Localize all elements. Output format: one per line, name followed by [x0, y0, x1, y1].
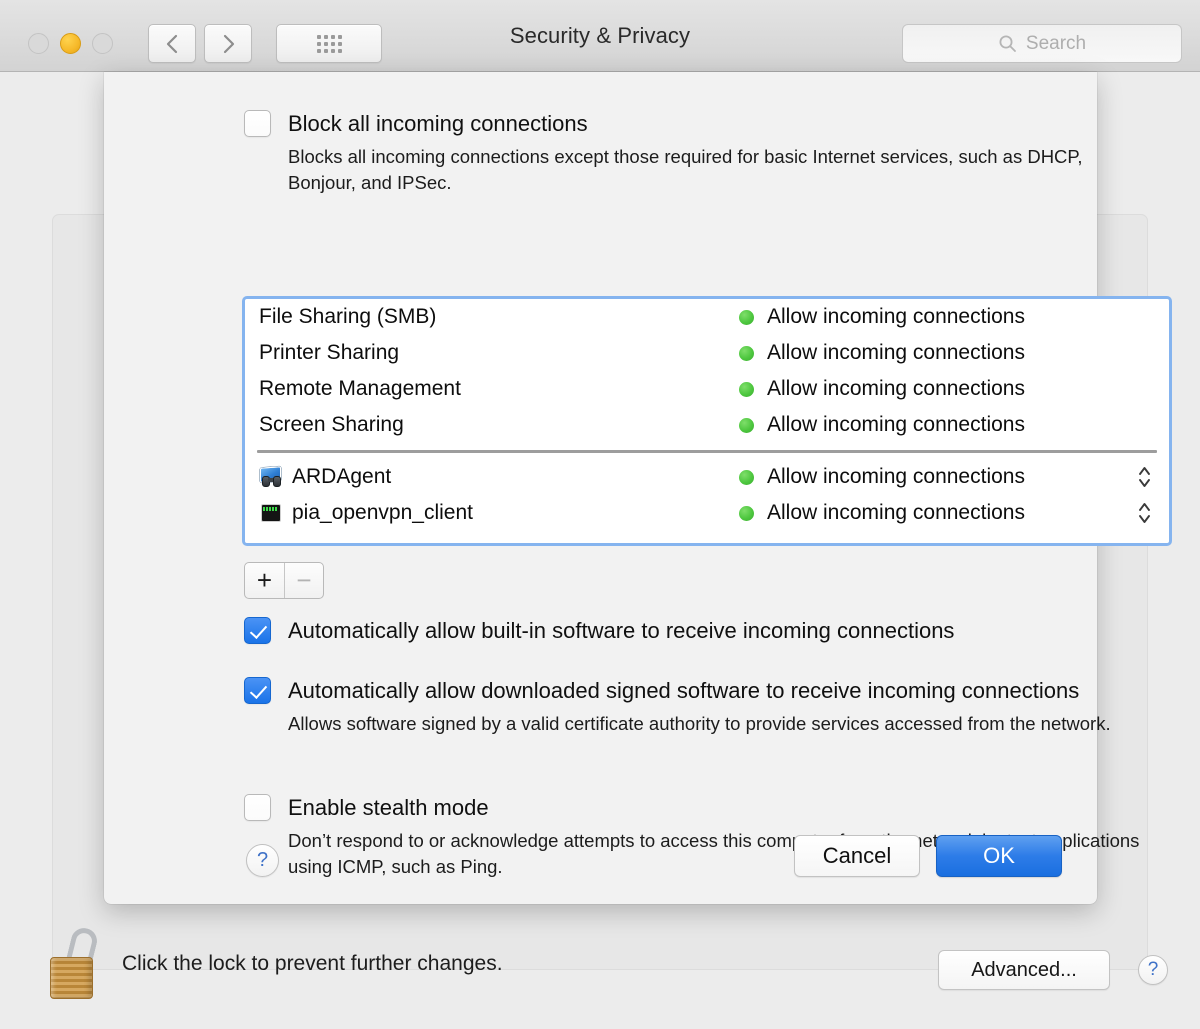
status-label: Allow incoming connections	[767, 465, 1025, 488]
remote-desktop-icon	[259, 465, 283, 489]
toolbar-nav-group	[148, 24, 382, 63]
stealth-mode-row[interactable]: Enable stealth mode	[244, 794, 1159, 821]
service-status[interactable]: Allow incoming connections	[739, 377, 1025, 401]
status-label: Allow incoming connections	[767, 305, 1025, 328]
search-icon	[999, 35, 1016, 52]
table-row[interactable]: Remote Management Allow incoming connect…	[245, 371, 1169, 407]
service-name: File Sharing (SMB)	[259, 305, 437, 328]
auto-builtin-section: Automatically allow built-in software to…	[244, 617, 1149, 644]
padlock-body	[50, 957, 93, 999]
window-toolbar: Security & Privacy Search	[0, 0, 1200, 72]
search-input[interactable]: Search	[902, 24, 1182, 63]
app-name-cell: pia_openvpn_client	[259, 501, 739, 525]
table-row[interactable]: pia_openvpn_client Allow incoming connec…	[245, 495, 1169, 531]
table-row[interactable]: File Sharing (SMB) Allow incoming connec…	[245, 299, 1169, 335]
auto-signed-section: Automatically allow downloaded signed so…	[244, 677, 1159, 737]
list-divider	[257, 450, 1157, 453]
app-name-cell: ARDAgent	[259, 465, 739, 489]
search-placeholder: Search	[1025, 32, 1087, 54]
status-dot-icon	[739, 469, 754, 485]
stealth-mode-checkbox[interactable]	[244, 794, 271, 821]
unlocked-padlock-icon[interactable]	[50, 925, 102, 1000]
chevron-right-icon	[223, 34, 234, 53]
security-privacy-window: Security & Privacy Search Click the lock…	[0, 0, 1200, 1029]
app-status[interactable]: Allow incoming connections	[739, 465, 1025, 489]
auto-signed-label: Automatically allow downloaded signed so…	[288, 678, 1080, 703]
minimize-button[interactable]	[60, 33, 81, 54]
status-dot-icon	[739, 505, 754, 521]
service-status[interactable]: Allow incoming connections	[739, 305, 1025, 329]
advanced-button[interactable]: Advanced...	[938, 950, 1110, 990]
app-status-popup-stepper[interactable]	[1136, 464, 1153, 490]
status-label: Allow incoming connections	[767, 501, 1025, 524]
chevron-up-down-icon	[1139, 503, 1150, 523]
service-status[interactable]: Allow incoming connections	[739, 413, 1025, 437]
sheet-help-button-wrap: ?	[246, 844, 279, 877]
show-all-button[interactable]	[276, 24, 382, 63]
service-name: Printer Sharing	[259, 341, 400, 364]
add-remove-button-group: + −	[244, 562, 324, 599]
footer-help-button-wrap: ?	[1138, 955, 1168, 985]
app-name: ARDAgent	[292, 465, 392, 488]
stealth-mode-label: Enable stealth mode	[288, 795, 489, 820]
status-label: Allow incoming connections	[767, 377, 1025, 400]
firewall-apps-list[interactable]: File Sharing (SMB) Allow incoming connec…	[242, 296, 1172, 546]
table-row[interactable]: Screen Sharing Allow incoming connection…	[245, 407, 1169, 443]
block-all-section: Block all incoming connections Blocks al…	[244, 110, 1149, 197]
auto-signed-row[interactable]: Automatically allow downloaded signed so…	[244, 677, 1159, 704]
app-name: pia_openvpn_client	[292, 501, 473, 524]
back-button[interactable]	[148, 24, 196, 63]
status-dot-icon	[739, 417, 754, 433]
block-all-checkbox[interactable]	[244, 110, 271, 137]
show-all-grid-icon	[316, 34, 342, 53]
remove-app-button: −	[284, 563, 323, 598]
block-all-label: Block all incoming connections	[288, 111, 588, 136]
auto-signed-description: Allows software signed by a valid certif…	[288, 713, 1111, 734]
status-label: Allow incoming connections	[767, 413, 1025, 436]
auto-builtin-label: Automatically allow built-in software to…	[288, 618, 955, 643]
status-dot-icon	[739, 381, 754, 397]
chevron-left-icon	[166, 34, 177, 53]
block-all-description: Blocks all incoming connections except t…	[288, 146, 1083, 194]
auto-signed-checkbox[interactable]	[244, 677, 271, 704]
app-status-popup-stepper[interactable]	[1136, 500, 1153, 526]
chevron-up-down-icon	[1139, 467, 1150, 487]
status-label: Allow incoming connections	[767, 341, 1025, 364]
terminal-icon	[259, 501, 283, 525]
app-status[interactable]: Allow incoming connections	[739, 501, 1025, 525]
status-dot-icon	[739, 309, 754, 325]
forward-button[interactable]	[204, 24, 252, 63]
service-status[interactable]: Allow incoming connections	[739, 341, 1025, 365]
cancel-button[interactable]: Cancel	[794, 835, 920, 877]
sheet-button-row: Cancel OK	[794, 835, 1062, 877]
help-button[interactable]: ?	[1138, 955, 1168, 985]
sheet-help-button[interactable]: ?	[246, 844, 279, 877]
add-app-button[interactable]: +	[245, 563, 284, 598]
auto-builtin-checkbox[interactable]	[244, 617, 271, 644]
lock-status-text: Click the lock to prevent further change…	[122, 952, 503, 975]
service-name: Remote Management	[259, 377, 461, 400]
zoom-button[interactable]	[92, 33, 113, 54]
firewall-options-sheet: Block all incoming connections Blocks al…	[104, 72, 1172, 904]
auto-builtin-row[interactable]: Automatically allow built-in software to…	[244, 617, 1149, 644]
block-all-row[interactable]: Block all incoming connections	[244, 110, 1149, 137]
ok-button[interactable]: OK	[936, 835, 1062, 877]
status-dot-icon	[739, 345, 754, 361]
close-button[interactable]	[28, 33, 49, 54]
traffic-light-buttons	[28, 33, 113, 54]
table-row[interactable]: ARDAgent Allow incoming connections	[245, 459, 1169, 495]
table-row[interactable]: Printer Sharing Allow incoming connectio…	[245, 335, 1169, 371]
service-name: Screen Sharing	[259, 413, 404, 436]
